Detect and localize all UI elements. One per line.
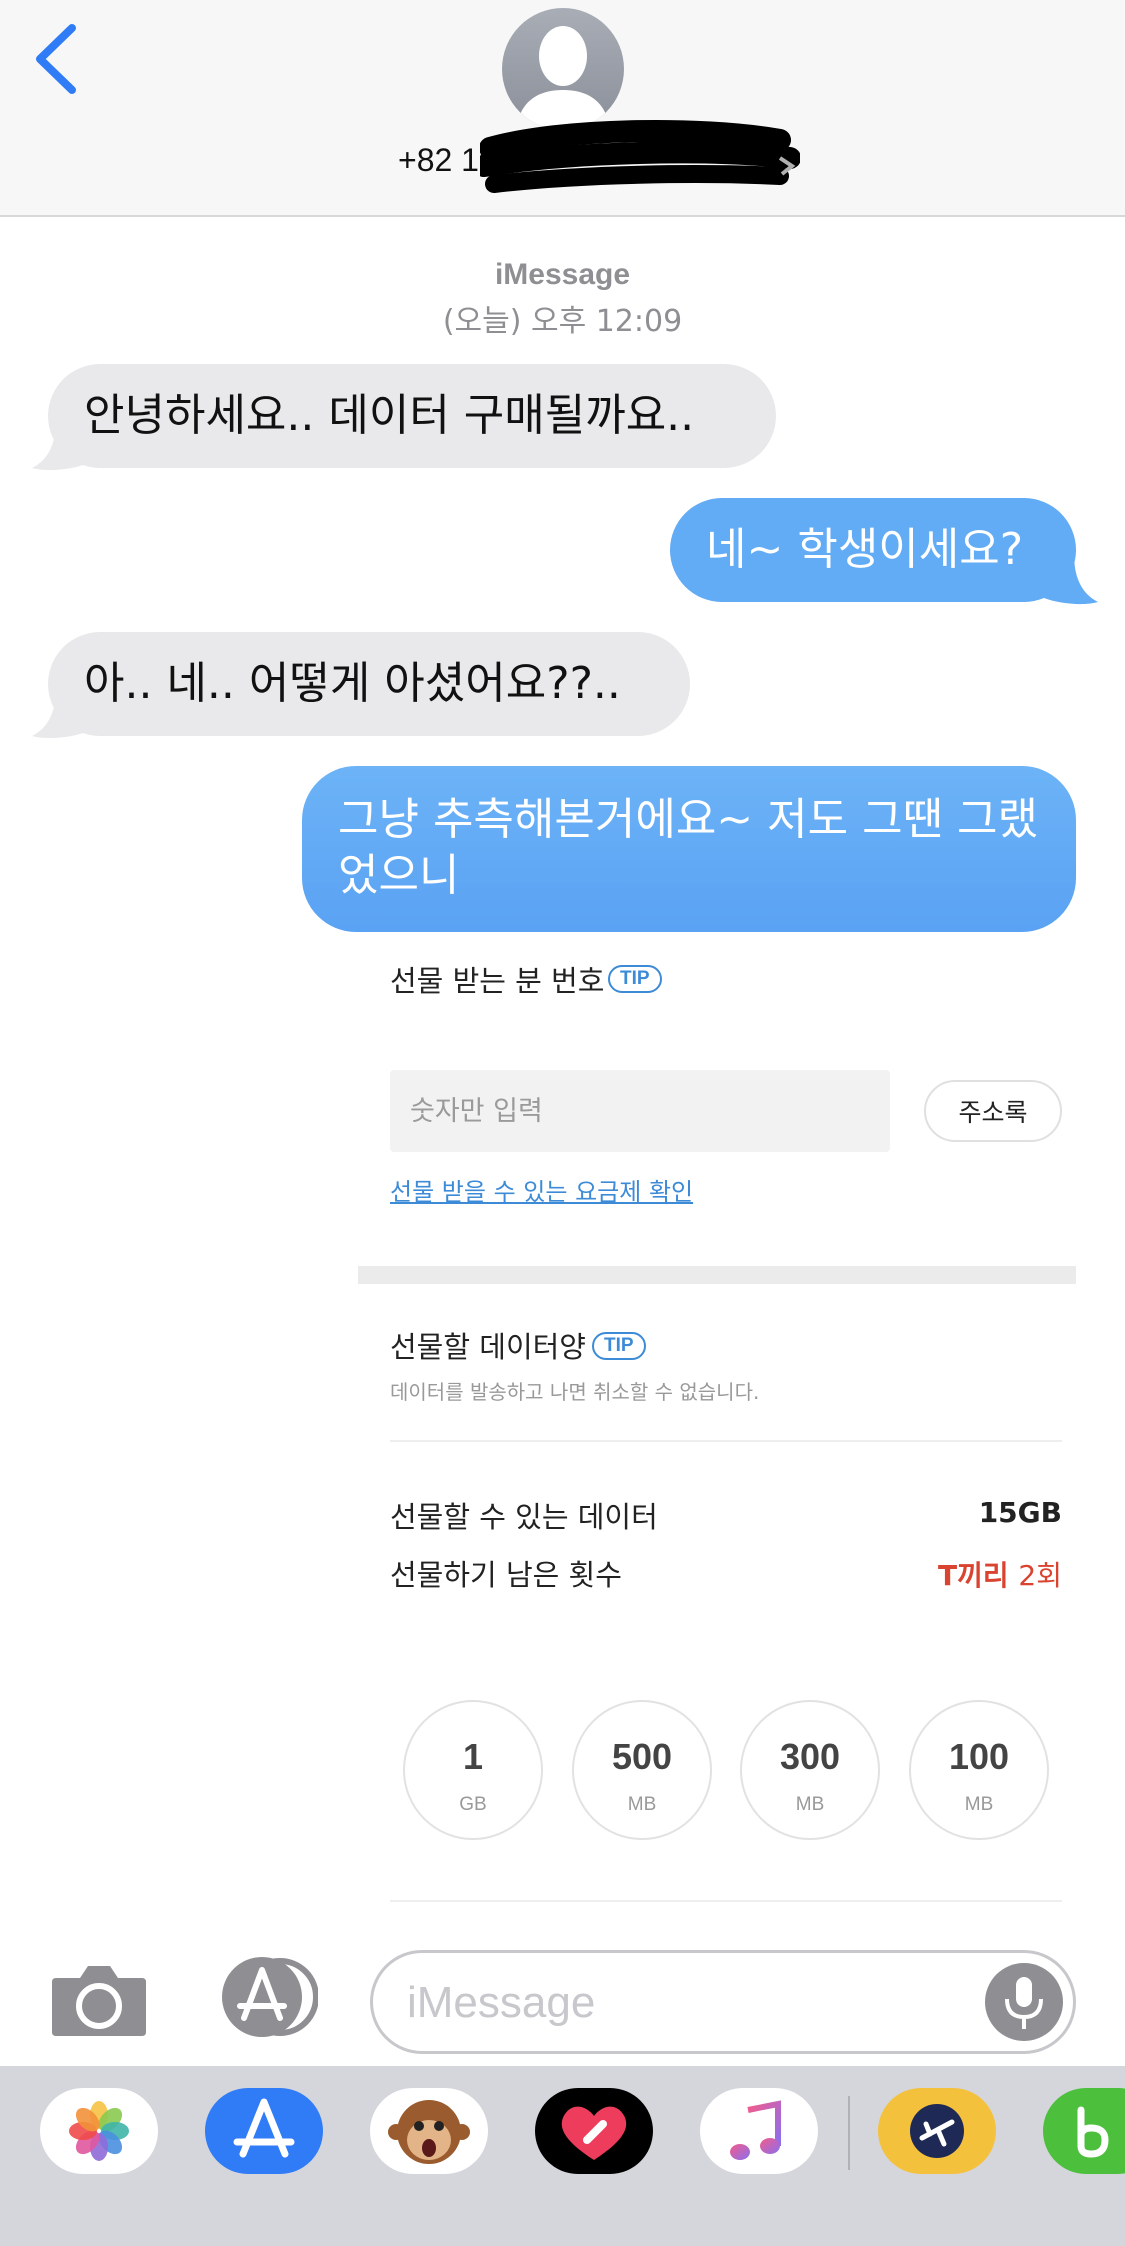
amount-value: 300	[779, 1736, 841, 1777]
contact-avatar[interactable]	[502, 8, 624, 130]
conversation-header: +82 10	[0, 0, 1125, 217]
imessage-app-drawer	[0, 2066, 1125, 2246]
remaining-count-label: 선물하기 남은 횟수	[390, 1558, 622, 1592]
amount-option-300mb[interactable]: 300 MB	[740, 1700, 880, 1840]
incoming-message[interactable]: 안녕하세요.. 데이터 구매될까요..	[48, 364, 776, 468]
music-app-button[interactable]	[700, 2088, 818, 2174]
data-amount-label: 선물할 데이터양	[390, 1330, 586, 1364]
apps-button[interactable]	[210, 1956, 319, 2038]
amount-option-1gb[interactable]: 1 GB	[403, 1700, 543, 1840]
tip-badge[interactable]: TIP	[608, 965, 662, 993]
amount-value: 500	[611, 1736, 673, 1777]
travel-app-button[interactable]	[878, 2088, 996, 2174]
remaining-count-value: T끼리 2회	[938, 1554, 1062, 1594]
remaining-count: 2회	[1018, 1559, 1062, 1592]
contact-name-button[interactable]: +82 10	[398, 119, 800, 193]
message-timestamp: (오늘) 오후 12:09	[442, 304, 683, 339]
digital-touch-icon	[561, 2106, 627, 2160]
amount-unit: MB	[964, 1794, 994, 1815]
drawer-separator	[848, 2096, 850, 2170]
amount-value: 100	[948, 1736, 1010, 1777]
amount-value: 1	[462, 1736, 484, 1777]
animoji-app-button[interactable]	[370, 2088, 488, 2174]
recipient-number-input[interactable]	[390, 1070, 890, 1152]
music-icon	[730, 2100, 781, 2160]
remaining-brand: T끼리	[938, 1559, 1009, 1592]
dictation-button[interactable]	[985, 1963, 1063, 2041]
amount-unit: MB	[795, 1794, 825, 1815]
amount-unit: GB	[459, 1794, 487, 1815]
camera-button[interactable]	[50, 1964, 148, 2038]
tip-badge[interactable]: TIP	[592, 1332, 646, 1360]
partial-app-icon	[1077, 2106, 1109, 2158]
photos-icon	[69, 2101, 129, 2161]
travel-app-icon	[910, 2104, 964, 2158]
incoming-message[interactable]: 아.. 네.. 어떻게 아셨어요??..	[48, 632, 690, 736]
messages-screen: +82 10 iMessage (오늘) 오후 12:09 안녕하세요.. 데이…	[0, 0, 1125, 2246]
outgoing-message[interactable]: 네~ 학생이세요?	[670, 498, 1076, 602]
back-button[interactable]	[28, 22, 88, 96]
available-data-value: 15GB	[978, 1496, 1062, 1529]
amount-unit: MB	[627, 1794, 657, 1815]
section-divider-band	[358, 1266, 1076, 1284]
divider	[390, 1900, 1062, 1902]
app-store-icon	[233, 2098, 295, 2158]
divider	[390, 1440, 1062, 1442]
digital-touch-app-button[interactable]	[535, 2088, 653, 2174]
app-store-icon	[222, 1957, 319, 2037]
photos-app-button[interactable]	[40, 2088, 158, 2174]
recipient-number-label: 선물 받는 분 번호	[390, 964, 605, 998]
chevron-left-icon	[36, 24, 76, 94]
partial-app-button[interactable]	[1043, 2088, 1125, 2174]
address-book-button[interactable]: 주소록	[924, 1080, 1062, 1142]
outgoing-message[interactable]: 그냥 추측해본거에요~ 저도 그땐 그랬었으니	[302, 766, 1076, 932]
animoji-icon	[388, 2100, 470, 2164]
message-field[interactable]	[370, 1950, 1076, 2054]
person-silhouette-icon	[516, 26, 610, 130]
amount-option-500mb[interactable]: 500 MB	[572, 1700, 712, 1840]
amount-option-100mb[interactable]: 100 MB	[909, 1700, 1049, 1840]
available-data-label: 선물할 수 있는 데이터	[390, 1500, 658, 1534]
camera-icon	[52, 1966, 146, 2036]
data-gift-card: 선물 받는 분 번호 TIP 주소록 선물 받을 수 있는 요금제 확인 선물할…	[358, 934, 1076, 1914]
message-input-bar	[0, 1920, 1125, 2066]
cancel-notice: 데이터를 발송하고 나면 취소할 수 없습니다.	[390, 1380, 760, 1404]
microphone-icon	[1005, 1977, 1043, 2029]
app-store-app-button[interactable]	[205, 2088, 323, 2174]
redaction-scribble	[480, 119, 800, 193]
message-input[interactable]	[407, 1971, 967, 2035]
service-label: iMessage	[494, 258, 631, 291]
plan-check-link[interactable]: 선물 받을 수 있는 요금제 확인	[390, 1172, 693, 1207]
